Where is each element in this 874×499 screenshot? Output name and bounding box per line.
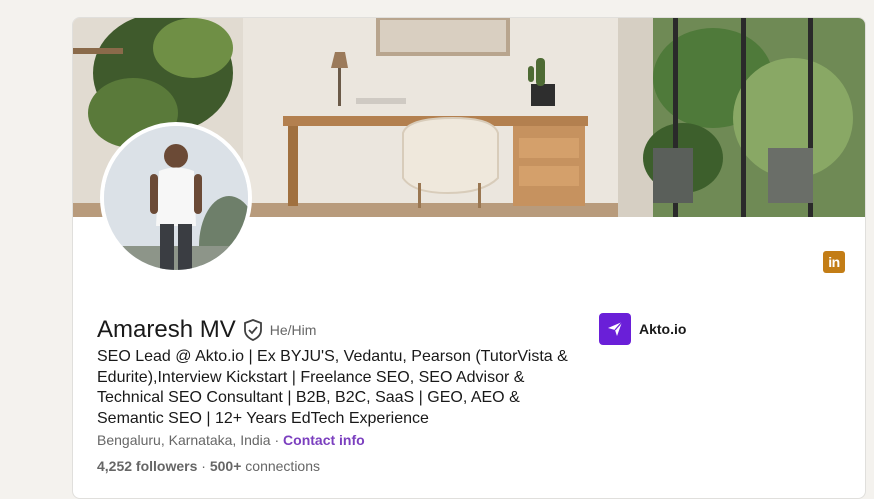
linkedin-icon[interactable]: in <box>823 251 845 273</box>
company-name: Akto.io <box>639 321 687 337</box>
pronouns: He/Him <box>269 322 317 338</box>
connections-label: connections <box>241 458 320 474</box>
current-company[interactable]: Akto.io <box>599 313 686 345</box>
location: Bengaluru, Karnataka, India <box>97 432 271 448</box>
verified-shield-icon[interactable] <box>243 319 263 341</box>
send-arrow-icon <box>599 313 631 345</box>
profile-headline: SEO Lead @ Akto.io | Ex BYJU'S, Vedantu,… <box>97 348 568 427</box>
followers-count[interactable]: 4,252 followers <box>97 458 197 474</box>
profile-avatar[interactable] <box>100 122 252 274</box>
separator: · <box>270 432 284 448</box>
contact-info-link[interactable]: Contact info <box>283 432 365 448</box>
stats-separator: · <box>197 458 210 474</box>
location-row: Bengaluru, Karnataka, India · Contact in… <box>97 432 365 448</box>
avatar-photo <box>104 126 248 270</box>
network-stats: 4,252 followers · 500+ connections <box>97 458 320 474</box>
profile-card: in Amaresh MV He/Him SEO Lead @ Akto.io … <box>72 17 866 499</box>
connections-count[interactable]: 500+ <box>210 458 242 474</box>
profile-name: Amaresh MV <box>97 316 236 343</box>
name-row: Amaresh MV He/Him <box>97 316 316 344</box>
